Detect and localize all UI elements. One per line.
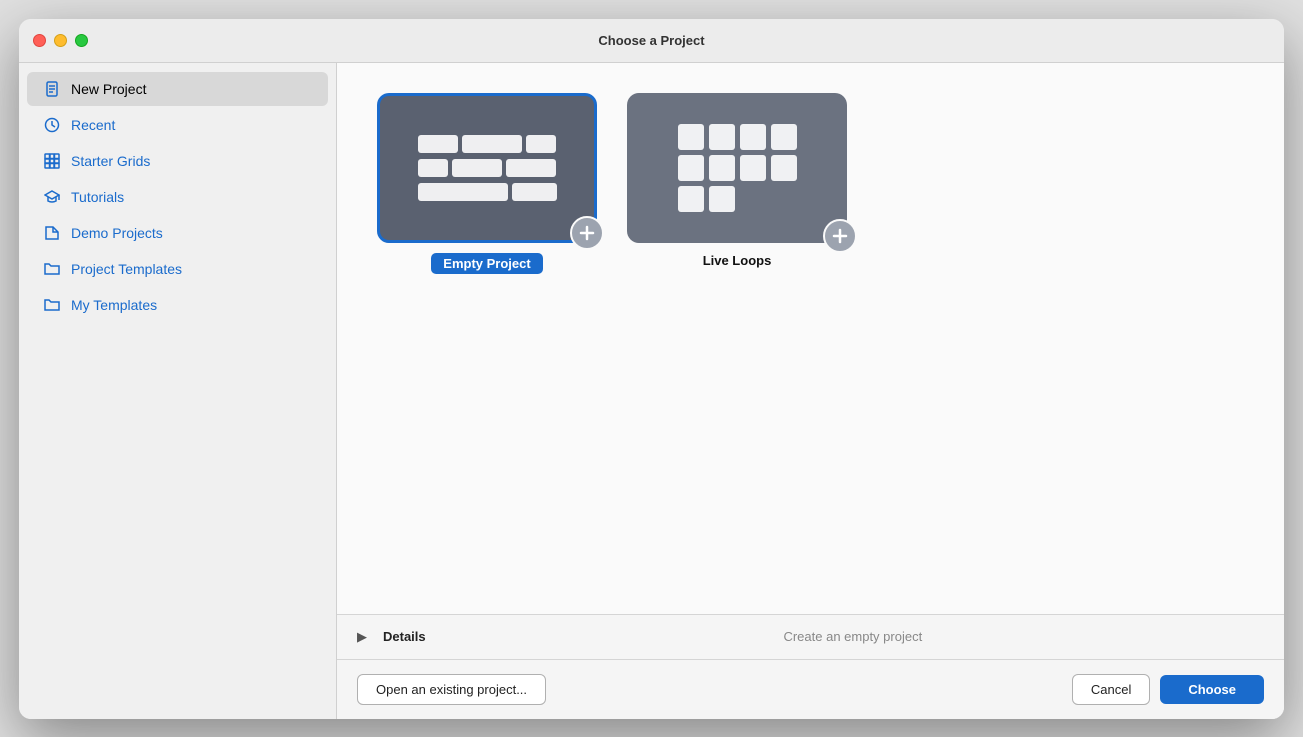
details-description: Create an empty project (442, 629, 1264, 644)
sidebar-item-tutorials[interactable]: Tutorials (27, 180, 328, 214)
sidebar-item-my-templates[interactable]: My Templates (27, 288, 328, 322)
project-grid: Empty Project (337, 63, 1284, 614)
sidebar-item-label: Starter Grids (71, 153, 150, 169)
right-buttons: Cancel Choose (1072, 674, 1264, 705)
empty-project-label: Empty Project (431, 253, 542, 274)
my-folder-icon (43, 296, 61, 314)
grid-icon (43, 152, 61, 170)
traffic-lights (33, 34, 88, 47)
right-panel: Empty Project (337, 63, 1284, 719)
window-title: Choose a Project (598, 33, 704, 48)
cancel-button[interactable]: Cancel (1072, 674, 1150, 705)
folder-icon (43, 260, 61, 278)
live-loops-icon (678, 124, 797, 212)
document-icon (43, 80, 61, 98)
chevron-right-icon: ▶ (357, 629, 367, 645)
sidebar-item-new-project[interactable]: New Project (27, 72, 328, 106)
plus-badge (570, 216, 604, 250)
bottom-section: ▶ Details Create an empty project Open a… (337, 614, 1284, 719)
sidebar-item-demo-projects[interactable]: Demo Projects (27, 216, 328, 250)
title-bar: Choose a Project (19, 19, 1284, 63)
sidebar-item-project-templates[interactable]: Project Templates (27, 252, 328, 286)
maximize-button[interactable] (75, 34, 88, 47)
empty-project-thumbnail (377, 93, 597, 243)
action-bar: Open an existing project... Cancel Choos… (337, 660, 1284, 719)
sidebar-item-label: New Project (71, 81, 146, 97)
sidebar-item-label: Demo Projects (71, 225, 163, 241)
sidebar-item-label: My Templates (71, 297, 157, 313)
demo-file-icon (43, 224, 61, 242)
sidebar-item-recent[interactable]: Recent (27, 108, 328, 142)
live-loops-plus-badge (823, 219, 857, 253)
close-button[interactable] (33, 34, 46, 47)
open-existing-button[interactable]: Open an existing project... (357, 674, 546, 705)
main-content: New Project Recent (19, 63, 1284, 719)
main-window: Choose a Project New Project (19, 19, 1284, 719)
sidebar-item-label: Project Templates (71, 261, 182, 277)
sidebar-item-label: Recent (71, 117, 115, 133)
clock-icon (43, 116, 61, 134)
minimize-button[interactable] (54, 34, 67, 47)
graduation-icon (43, 188, 61, 206)
sidebar: New Project Recent (19, 63, 337, 719)
live-loops-card[interactable]: Live Loops (627, 93, 847, 274)
live-loops-label: Live Loops (703, 253, 772, 268)
empty-project-card[interactable]: Empty Project (377, 93, 597, 274)
details-bar[interactable]: ▶ Details Create an empty project (337, 615, 1284, 660)
sidebar-item-label: Tutorials (71, 189, 124, 205)
sidebar-item-starter-grids[interactable]: Starter Grids (27, 144, 328, 178)
details-label: Details (383, 629, 426, 644)
empty-project-icon (418, 135, 557, 201)
live-loops-thumbnail (627, 93, 847, 243)
choose-button[interactable]: Choose (1160, 675, 1264, 704)
